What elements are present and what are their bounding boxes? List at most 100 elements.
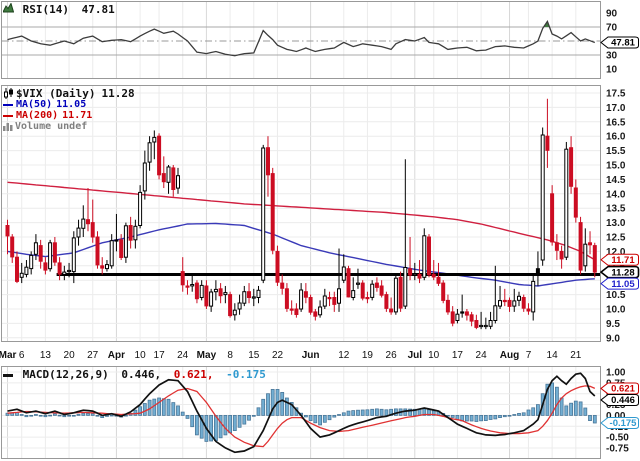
day-tick-label: 8	[227, 350, 233, 361]
price-plot	[7, 181, 600, 287]
candle	[460, 294, 465, 318]
day-tick-label: 20	[64, 350, 76, 361]
candle	[474, 314, 479, 330]
axis-tick-label: 17.5	[606, 89, 626, 100]
macd-line	[7, 372, 596, 454]
candle	[57, 257, 62, 281]
candle	[261, 144, 266, 284]
macd-label: MACD(12,26,9)	[22, 368, 109, 381]
candle	[161, 156, 166, 189]
candle	[360, 280, 365, 301]
candle	[218, 283, 223, 304]
day-tick-label: 22	[272, 350, 284, 361]
candle	[251, 288, 256, 307]
candle	[502, 288, 507, 307]
axis-tick-label: 12.5	[606, 233, 626, 244]
candle	[185, 280, 190, 295]
day-tick-label: 17	[452, 350, 464, 361]
candle	[303, 283, 308, 304]
candle	[455, 309, 460, 324]
axis-tick-label: 30	[606, 51, 618, 62]
macd-plot	[5, 372, 597, 454]
candle	[379, 280, 384, 298]
candle	[171, 165, 176, 197]
candle	[147, 136, 152, 171]
candle	[573, 179, 578, 223]
candle	[223, 285, 228, 304]
day-tick-label: 7	[526, 350, 532, 361]
ma50-row: MA(50) 11.05	[3, 99, 135, 110]
candle	[90, 199, 95, 243]
candle	[441, 280, 446, 304]
axis-tick-label: -0.50	[606, 433, 629, 444]
candle	[10, 234, 15, 263]
candle	[43, 257, 48, 275]
axis-tick-label: 90	[606, 9, 618, 20]
candle	[592, 242, 597, 278]
candle	[86, 188, 90, 232]
candle	[247, 283, 251, 304]
candle	[209, 288, 214, 312]
candle	[445, 294, 450, 315]
candle	[531, 274, 536, 321]
axis-tick-label: 10.0	[606, 305, 626, 316]
callout-value: 11.05	[611, 279, 635, 290]
candle	[351, 277, 356, 301]
candle	[166, 165, 171, 194]
stock-chart-canvas: 90 70 30 10 17.5 17.0 16.5 16.0 15.5 15.0 14.5 14.0…	[0, 1, 640, 459]
month-tick-label: Aug	[500, 350, 519, 361]
candle	[299, 283, 304, 312]
axis-tick-label: 10.5	[606, 290, 626, 301]
volume-bars-icon	[3, 122, 13, 131]
macd-line-swatch	[3, 373, 13, 377]
candle	[535, 251, 540, 286]
chart-page: { "colors": { "up_outline": "#000000", "…	[0, 0, 640, 461]
day-tick-label: 17	[154, 350, 166, 361]
signal-value: 0.621,	[173, 368, 214, 381]
axis-tick-label: 17.0	[606, 103, 626, 114]
candle	[105, 260, 109, 272]
candle	[128, 216, 133, 249]
candle	[341, 254, 346, 284]
callout-value: -0.175	[610, 418, 638, 429]
ma200-row: MA(200) 11.71	[3, 110, 135, 121]
month-tick-label: Apr	[108, 350, 125, 361]
day-tick-label: 10	[135, 350, 147, 361]
volume-label: Volume undef	[15, 121, 88, 132]
symbol-row: $VIX (Daily) 11.28	[3, 88, 135, 99]
candle	[327, 291, 332, 307]
axis-tick-label: 70	[606, 23, 618, 34]
day-tick-label: 14	[547, 350, 559, 361]
day-tick-label: 24	[177, 350, 189, 361]
candle	[204, 280, 209, 309]
axis-tick-label: 9.0	[606, 333, 620, 344]
symbol-label: $VIX (Daily)	[16, 87, 96, 100]
day-tick-label: 6	[19, 350, 25, 361]
candle	[469, 311, 474, 327]
candle	[313, 309, 318, 321]
candle	[431, 260, 436, 281]
candle	[180, 257, 185, 292]
ma200-line-swatch	[3, 114, 13, 117]
candle	[114, 213, 119, 252]
rsi-legend: RSI(14) 47.81	[2, 2, 115, 15]
month-tick-label: Jun	[302, 350, 320, 361]
axis-tick-label: 15.5	[606, 146, 626, 157]
candle	[308, 294, 313, 315]
date-axis: Mar 6 13 20 27 Apr 10 17 24 May 8 15 22 Jun 12 19 26 Jul 1…	[0, 350, 582, 361]
axis-tick-label: -0.75	[606, 443, 629, 454]
candle	[540, 127, 545, 266]
month-tick-label: Jul	[408, 350, 423, 361]
candle	[517, 291, 521, 307]
candle	[190, 274, 195, 292]
candle	[417, 260, 422, 284]
day-tick-label: 26	[386, 350, 398, 361]
candle	[384, 291, 389, 312]
macd-legend: MACD(12,26,9) 0.446, 0.621, -0.175	[3, 369, 266, 380]
candle	[583, 228, 588, 272]
symbol-value: 11.28	[101, 87, 135, 100]
candle	[270, 167, 275, 255]
candle	[365, 291, 370, 304]
day-tick-label: 21	[570, 350, 582, 361]
area-chart-icon	[2, 2, 15, 13]
